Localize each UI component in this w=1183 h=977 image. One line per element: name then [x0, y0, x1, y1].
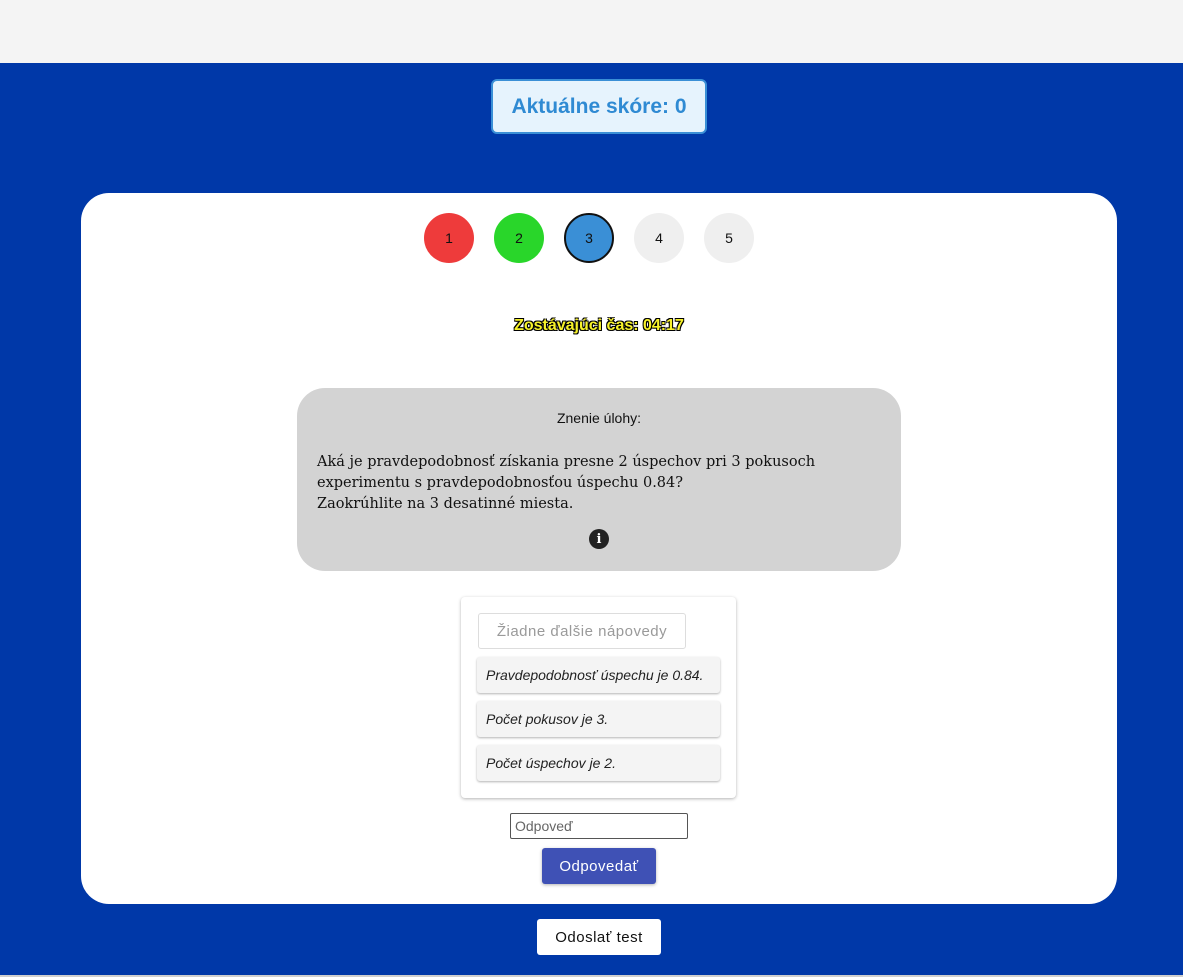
top-bar — [0, 0, 1183, 63]
hint-item: Počet úspechov je 2. — [477, 745, 720, 781]
question-number: 5 — [725, 230, 733, 246]
question-number: 4 — [655, 230, 663, 246]
task-panel: Znenie úlohy: Aká je pravdepodobnosť zís… — [297, 388, 901, 571]
question-button-5[interactable]: 5 — [704, 213, 754, 263]
remaining-time: Zostávajúci čas: 04:17 — [514, 317, 684, 334]
score-text: Aktuálne skóre: 0 — [511, 94, 687, 118]
task-question: Aká je pravdepodobnosť získania presne 2… — [317, 454, 816, 491]
question-button-4[interactable]: 4 — [634, 213, 684, 263]
question-button-2[interactable]: 2 — [494, 213, 544, 263]
answer-button[interactable]: Odpovedať — [542, 848, 656, 884]
question-navigation: 1 2 3 4 5 — [424, 213, 754, 263]
hint-item: Pravdepodobnosť úspechu je 0.84. — [477, 657, 720, 693]
task-text: Aká je pravdepodobnosť získania presne 2… — [317, 452, 887, 515]
score-display: Aktuálne skóre: 0 — [491, 79, 707, 134]
answer-input[interactable] — [510, 813, 688, 839]
quiz-card: 1 2 3 4 5 Zostávajúci čas: 04:17 Znenie … — [81, 193, 1117, 904]
task-title: Znenie úlohy: — [556, 410, 642, 426]
info-icon[interactable]: i — [589, 529, 609, 549]
question-number: 2 — [515, 230, 523, 246]
hints-panel: Žiadne ďalšie nápovedy Pravdepodobnosť ú… — [461, 597, 736, 798]
task-instruction: Zaokrúhlite na 3 desatinné miesta. — [317, 496, 574, 512]
hint-item: Počet pokusov je 3. — [477, 701, 720, 737]
question-button-3[interactable]: 3 — [564, 213, 614, 263]
hint-button[interactable]: Žiadne ďalšie nápovedy — [478, 613, 686, 649]
submit-test-button[interactable]: Odoslať test — [537, 919, 661, 955]
question-number: 3 — [585, 230, 593, 246]
question-button-1[interactable]: 1 — [424, 213, 474, 263]
question-number: 1 — [445, 230, 453, 246]
